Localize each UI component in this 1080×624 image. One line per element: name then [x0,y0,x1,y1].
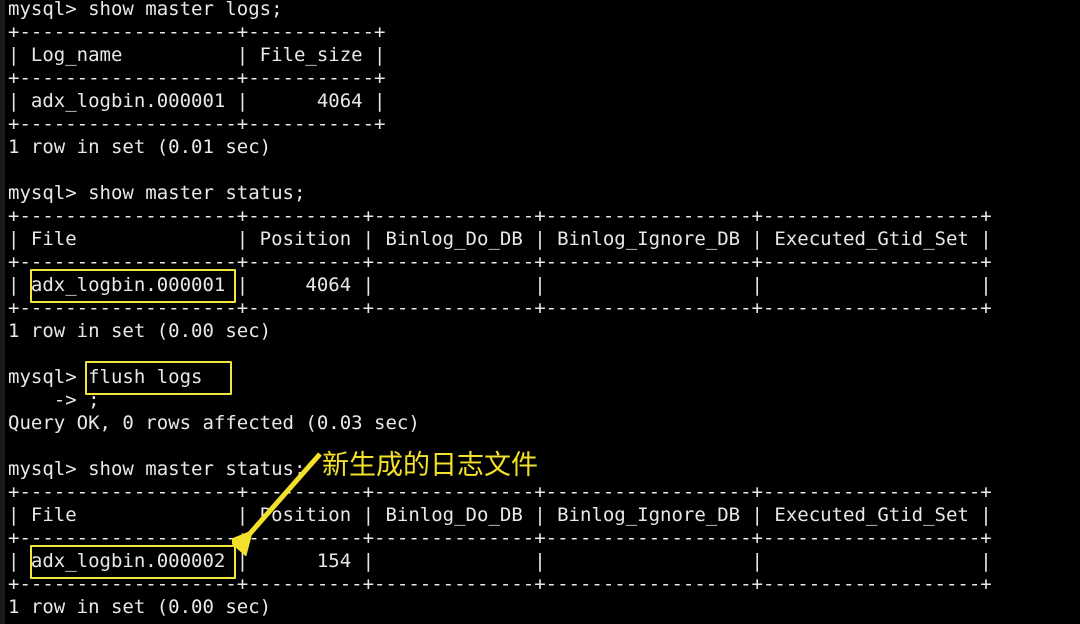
console-line-table-border: +-------------------+----------+--------… [8,573,992,595]
console-line-table-row: | adx_logbin.000002 | 154 | | | | [8,550,992,572]
console-line-table-border: +-------------------+-----------+ [8,21,386,43]
console-line-table-header: | File | Position | Binlog_Do_DB | Binlo… [8,504,992,526]
console-line-result: 1 row in set (0.00 sec) [8,320,272,342]
console-line-continuation-semicolon: -> ; [8,389,100,411]
console-line-result: 1 row in set (0.00 sec) [8,596,272,618]
console-line-table-border: +-------------------+----------+--------… [8,527,992,549]
console-line-command-show-master-status-1: mysql> show master status; [8,182,306,204]
terminal-left-gutter [0,0,5,624]
console-line-command-show-master-status-2: mysql> show master status; [8,458,306,480]
console-line-table-border: +-------------------+-----------+ [8,67,386,89]
console-line-table-row: | adx_logbin.000001 | 4064 | | | | [8,274,992,296]
console-line-result: 1 row in set (0.01 sec) [8,136,272,158]
console-line-table-border: +-------------------+----------+--------… [8,297,992,319]
console-line-table-border: +-------------------+----------+--------… [8,205,992,227]
console-line-query-ok: Query OK, 0 rows affected (0.03 sec) [8,412,420,434]
console-line-table-header: | Log_name | File_size | [8,44,386,66]
console-line-command-flush-logs: mysql> flush logs [8,366,203,388]
console-line-command-show-master-logs: mysql> show master logs; [8,0,283,20]
console-line-table-border: +-------------------+----------+--------… [8,251,992,273]
console-line-table-border: +-------------------+-----------+ [8,113,386,135]
console-line-table-header: | File | Position | Binlog_Do_DB | Binlo… [8,228,992,250]
console-line-table-border: +-------------------+----------+--------… [8,481,992,503]
terminal-window[interactable]: mysql> show master logs; +--------------… [0,0,1080,624]
annotation-label: 新生成的日志文件 [322,450,538,481]
console-line-table-row: | adx_logbin.000001 | 4064 | [8,90,386,112]
